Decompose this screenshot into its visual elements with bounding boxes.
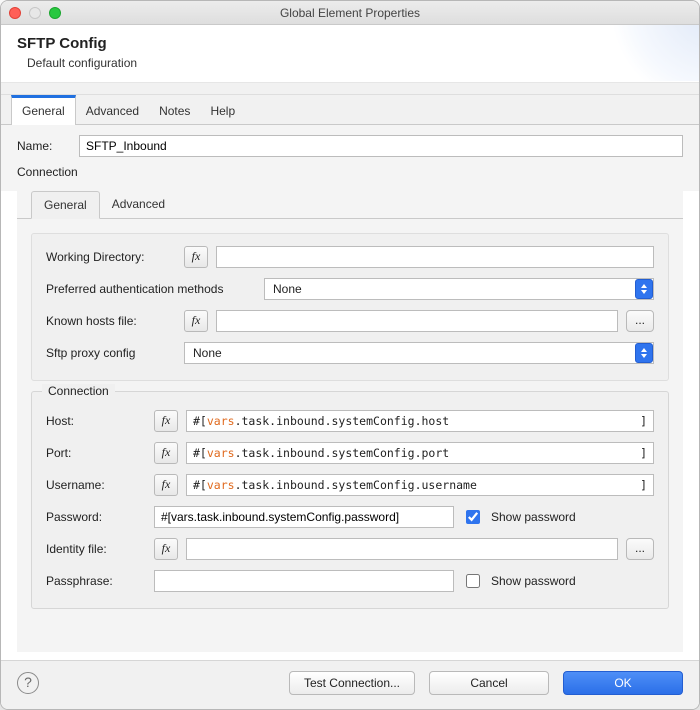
cancel-button[interactable]: Cancel xyxy=(429,671,549,695)
dialog-header: SFTP Config Default configuration xyxy=(1,25,699,83)
tab-notes[interactable]: Notes xyxy=(149,95,200,124)
password-input[interactable] xyxy=(154,506,454,528)
connection-legend: Connection xyxy=(42,384,115,398)
inner-tab-general[interactable]: General xyxy=(31,191,100,219)
page-subtitle: Default configuration xyxy=(27,56,683,70)
proxy-config-label: Sftp proxy config xyxy=(46,346,176,360)
titlebar: Global Element Properties xyxy=(1,1,699,25)
fx-icon[interactable]: fx xyxy=(154,474,178,496)
proxy-config-value: None xyxy=(193,346,222,360)
close-icon[interactable] xyxy=(9,7,21,19)
show-passphrase-label: Show password xyxy=(491,574,576,588)
username-input[interactable]: #[ vars.task.inbound.systemConfig.userna… xyxy=(186,474,654,496)
password-label: Password: xyxy=(46,510,146,524)
fx-icon[interactable]: fx xyxy=(154,410,178,432)
main-tabs: General Advanced Notes Help xyxy=(1,95,699,125)
test-connection-button[interactable]: Test Connection... xyxy=(289,671,415,695)
name-input[interactable] xyxy=(79,135,683,157)
zoom-icon[interactable] xyxy=(49,7,61,19)
identity-file-input[interactable] xyxy=(186,538,618,560)
browse-button[interactable]: ... xyxy=(626,310,654,332)
dialog-footer: ? Test Connection... Cancel OK xyxy=(1,660,699,709)
fx-icon[interactable]: fx xyxy=(184,310,208,332)
port-label: Port: xyxy=(46,446,146,460)
help-icon[interactable]: ? xyxy=(17,672,39,694)
passphrase-label: Passphrase: xyxy=(46,574,146,588)
auth-methods-value: None xyxy=(273,282,302,296)
auth-methods-label: Preferred authentication methods xyxy=(46,282,256,296)
browse-button[interactable]: ... xyxy=(626,538,654,560)
page-title: SFTP Config xyxy=(17,35,683,52)
working-directory-input[interactable] xyxy=(216,246,654,268)
auth-methods-select[interactable]: None xyxy=(264,278,654,300)
chevron-updown-icon xyxy=(635,343,653,363)
tab-general[interactable]: General xyxy=(11,95,76,125)
name-label: Name: xyxy=(17,139,71,153)
main-area: General Advanced Notes Help Name: Connec… xyxy=(1,95,699,660)
window-controls xyxy=(9,7,61,19)
inner-body: Working Directory: fx Preferred authenti… xyxy=(17,219,683,652)
show-password-checkbox[interactable] xyxy=(466,510,480,524)
fx-icon[interactable]: fx xyxy=(154,538,178,560)
known-hosts-label: Known hosts file: xyxy=(46,314,176,328)
form-top: Name: Connection xyxy=(1,125,699,191)
port-input[interactable]: #[ vars.task.inbound.systemConfig.port] xyxy=(186,442,654,464)
passphrase-input[interactable] xyxy=(154,570,454,592)
known-hosts-input[interactable] xyxy=(216,310,618,332)
host-input[interactable]: #[ vars.task.inbound.systemConfig.host] xyxy=(186,410,654,432)
header-divider xyxy=(1,83,699,95)
show-passphrase-checkbox[interactable] xyxy=(466,574,480,588)
fx-icon[interactable]: fx xyxy=(184,246,208,268)
connection-panel: General Advanced Working Directory: fx P… xyxy=(17,191,683,652)
username-label: Username: xyxy=(46,478,146,492)
chevron-updown-icon xyxy=(635,279,653,299)
ok-button[interactable]: OK xyxy=(563,671,683,695)
host-label: Host: xyxy=(46,414,146,428)
dialog-window: Global Element Properties SFTP Config De… xyxy=(0,0,700,710)
tab-help[interactable]: Help xyxy=(200,95,245,124)
show-password-label: Show password xyxy=(491,510,576,524)
inner-tabs: General Advanced xyxy=(17,191,683,219)
connection-section-label: Connection xyxy=(17,165,683,179)
working-directory-label: Working Directory: xyxy=(46,250,176,264)
connection-fieldset: Connection Host: fx #[ vars.task.inbound… xyxy=(31,391,669,609)
proxy-config-select[interactable]: None xyxy=(184,342,654,364)
tab-advanced[interactable]: Advanced xyxy=(76,95,149,124)
minimize-icon[interactable] xyxy=(29,7,41,19)
fx-icon[interactable]: fx xyxy=(154,442,178,464)
general-settings-group: Working Directory: fx Preferred authenti… xyxy=(31,233,669,381)
window-title: Global Element Properties xyxy=(1,6,699,20)
inner-tab-advanced[interactable]: Advanced xyxy=(100,191,177,218)
identity-file-label: Identity file: xyxy=(46,542,146,556)
